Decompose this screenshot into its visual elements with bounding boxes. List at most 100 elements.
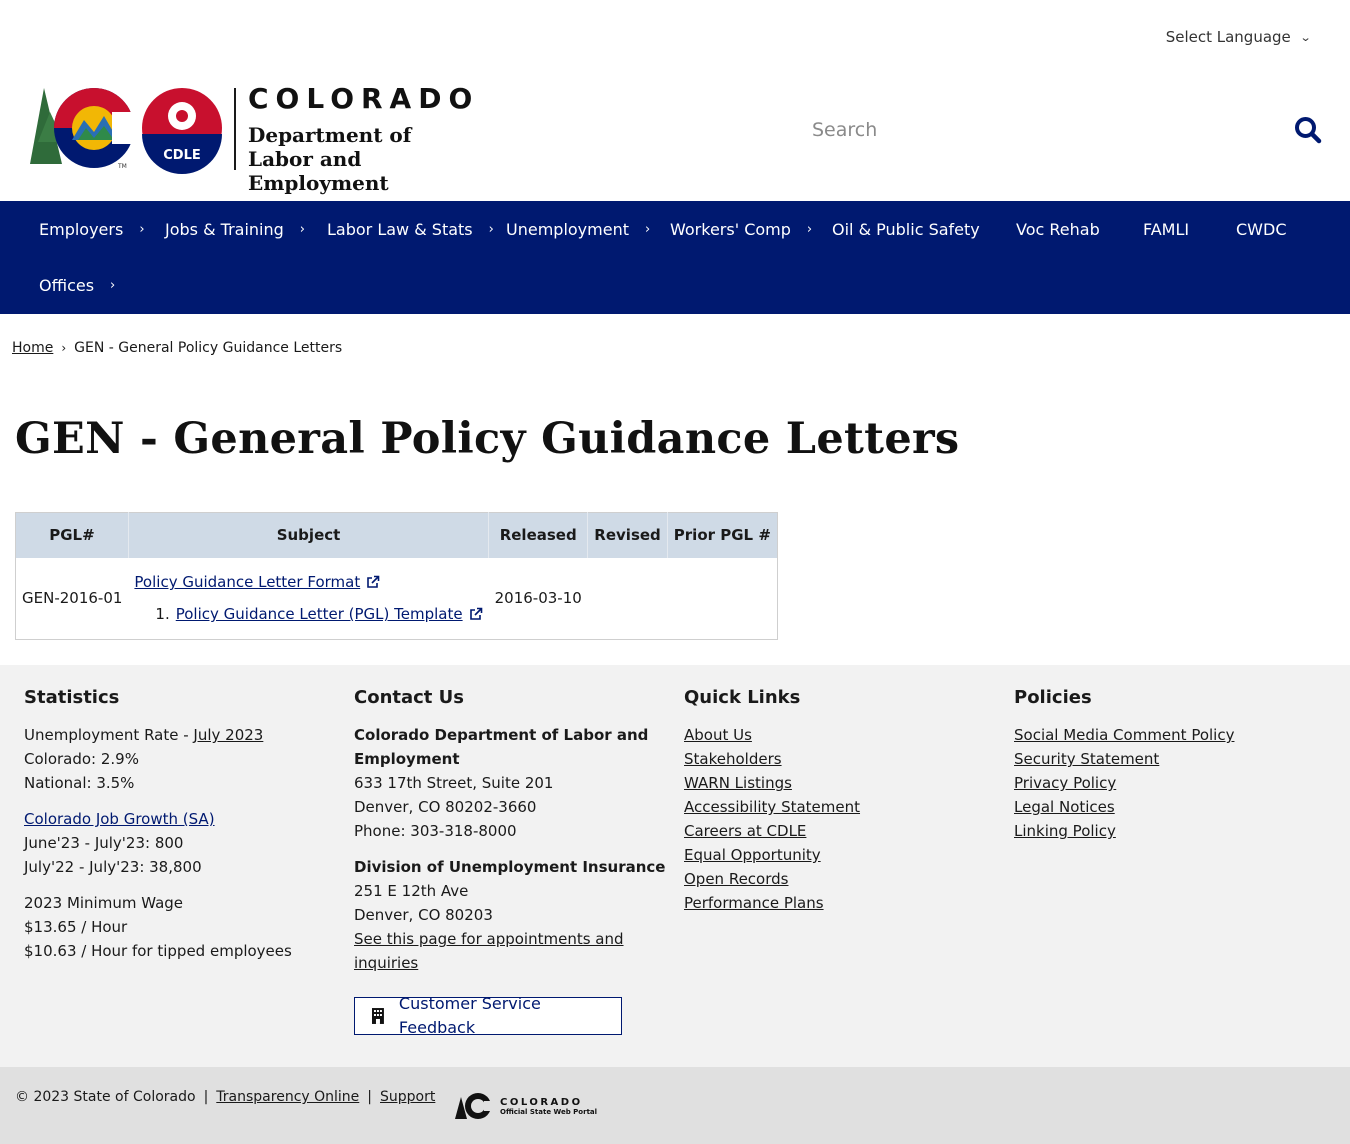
nav-item-label: Unemployment [506,219,629,239]
policy-security[interactable]: Security Statement [1014,747,1234,771]
appointments-link[interactable]: See this page for appointments and inqui… [354,927,665,975]
cell-prior-pgl [667,558,777,640]
colorado-rate: Colorado: 2.9% [24,750,139,768]
nav-item-unemployment[interactable]: Unemployment › [506,201,650,257]
nav-item-oil-public-safety[interactable]: Oil & Public Safety [832,201,980,257]
chevron-right-icon: › [110,277,116,293]
breadcrumb: Home › GEN - General Policy Guidance Let… [12,340,342,356]
main-nav: Employers › Jobs & Training › Labor Law … [0,201,1350,314]
chevron-right-icon: › [61,341,67,355]
nav-item-offices[interactable]: Offices › [39,257,115,313]
address-line2: Denver, CO 80202-3660 [354,798,537,816]
transparency-online-link[interactable]: Transparency Online [216,1089,359,1105]
support-link[interactable]: Support [380,1089,435,1105]
growth-yearly: July'22 - July'23: 38,800 [24,858,202,876]
logo-state: COLORADO [248,82,480,115]
job-growth-link[interactable]: Colorado Job Growth (SA) [24,807,292,831]
tipped-wage-value: $10.63 / Hour for tipped employees [24,942,292,960]
nav-item-label: Voc Rehab [1016,219,1100,239]
chevron-right-icon: › [488,221,494,237]
policy-social-media[interactable]: Social Media Comment Policy [1014,723,1234,747]
quick-link-performance-plans[interactable]: Performance Plans [684,891,860,915]
nav-item-famli[interactable]: FAMLI [1143,201,1189,257]
language-selector[interactable]: Select Language ⌄ [1165,28,1312,46]
page-title: GEN - General Policy Guidance Letters [15,414,960,464]
nav-item-employers[interactable]: Employers › [39,201,145,257]
portal-subtitle: Official State Web Portal [500,1107,598,1116]
footer-statistics: Statistics Unemployment Rate - July 2023… [24,687,292,963]
nav-item-label: Offices [39,275,95,295]
policy-legal-notices[interactable]: Legal Notices [1014,795,1234,819]
nav-item-voc-rehab[interactable]: Voc Rehab [1016,201,1100,257]
statistics-heading: Statistics [24,687,120,708]
language-label: Select Language [1165,28,1291,46]
search-input[interactable] [812,119,1232,141]
column-header-prior-pgl: Prior PGL # [667,512,778,558]
external-link-icon [367,575,380,589]
july-2023-link[interactable]: July 2023 [193,726,263,744]
site-footer: Statistics Unemployment Rate - July 2023… [0,665,1350,1067]
nav-item-cwdc[interactable]: CWDC [1236,201,1286,257]
appointments-link-line1: See this page for appointments and [354,930,624,948]
feedback-label: Customer Service Feedback [398,994,541,1037]
footer-policies: Policies Social Media Comment Policy Sec… [1014,687,1234,843]
quick-link-open-records[interactable]: Open Records [684,867,860,891]
logo-wordmark: COLORADO Department of Labor and Employm… [248,82,508,195]
address-line1: 633 17th Street, Suite 201 [354,774,554,792]
min-wage-value: $13.65 / Hour [24,918,128,936]
division-address-line2: Denver, CO 80203 [354,906,493,924]
breadcrumb-home-link[interactable]: Home [12,340,53,356]
table-header-row: PGL# Subject Released Revised Prior PGL … [15,512,778,558]
quick-links-heading: Quick Links [684,687,801,708]
nav-item-jobs-training[interactable]: Jobs & Training › [165,201,305,257]
logo-dept-line2: Labor and Employment [248,147,389,195]
column-header-pgl: PGL# [15,512,129,558]
external-link-icon [469,607,482,621]
logo-divider [234,88,236,170]
national-rate: National: 3.5% [24,774,135,792]
policy-privacy[interactable]: Privacy Policy [1014,771,1234,795]
chevron-right-icon: › [299,221,305,237]
nav-item-label: Oil & Public Safety [832,219,980,239]
list-item-number: 1. [155,605,170,624]
nav-item-label: Employers [39,219,124,239]
org-name-line2: Employment [354,750,460,768]
quick-link-careers[interactable]: Careers at CDLE [684,819,860,843]
quick-link-warn-listings[interactable]: WARN Listings [684,771,860,795]
colorado-portal-logo[interactable]: COLORADO Official State Web Portal [454,1091,597,1121]
search-button[interactable] [1292,114,1324,146]
column-header-subject: Subject [127,512,490,558]
pgl-template-link[interactable]: Policy Guidance Letter (PGL) Template [176,605,463,623]
chevron-right-icon: › [806,221,813,237]
nav-item-workers-comp[interactable]: Workers' Comp › [670,201,812,257]
separator: | [367,1089,373,1105]
division-address-line1: 251 E 12th Ave [354,882,469,900]
quick-link-stakeholders[interactable]: Stakeholders [684,747,860,771]
portal-title: COLORADO [500,1096,583,1108]
min-wage-title: 2023 Minimum Wage [24,894,184,912]
nav-item-label: Jobs & Training [165,219,284,239]
contact-heading: Contact Us [354,687,465,708]
nav-item-labor-law-stats[interactable]: Labor Law & Stats › [327,201,494,257]
footer-contact: Contact Us Colorado Department of Labor … [354,687,665,1037]
colorado-portal-icon [455,1093,494,1119]
chevron-right-icon: › [644,221,651,237]
growth-monthly: June'23 - July'23: 800 [24,834,184,852]
pgl-format-link[interactable]: Policy Guidance Letter Format [134,573,360,591]
cell-subject: Policy Guidance Letter Format 1. Policy … [128,558,488,640]
customer-service-feedback-button[interactable]: Customer Service Feedback [354,994,622,1037]
quick-link-about-us[interactable]: About Us [684,723,860,747]
table-row: GEN-2016-01 Policy Guidance Letter Forma… [16,558,778,640]
quick-link-equal-opportunity[interactable]: Equal Opportunity [684,843,860,867]
bottom-links: © 2023 State of Colorado | Transparency … [15,1089,435,1105]
building-icon [371,1008,384,1024]
policy-linking[interactable]: Linking Policy [1014,819,1234,843]
unemployment-rate: Unemployment Rate - July 2023 [24,723,292,747]
cdle-logo[interactable]: TM CDLE COLORADO Department of Labor and… [28,82,508,195]
nav-item-label: CWDC [1236,219,1287,239]
quick-link-accessibility[interactable]: Accessibility Statement [684,795,860,819]
chevron-right-icon: › [139,221,145,237]
breadcrumb-current: GEN - General Policy Guidance Letters [74,340,343,356]
svg-text:CDLE: CDLE [163,148,201,163]
cell-released: 2016-03-10 [494,589,582,608]
